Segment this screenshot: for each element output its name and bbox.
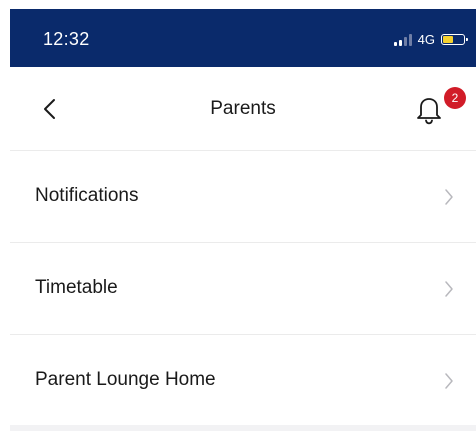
battery-fill (443, 36, 454, 43)
notification-badge: 2 (444, 87, 466, 109)
menu-item-label: Timetable (35, 277, 118, 298)
menu-item-label: Notifications (35, 185, 139, 206)
signal-bar (403, 36, 407, 46)
screen: 12:32 4G Parents 2 Notifications Timetab… (0, 0, 476, 431)
chevron-right-icon (445, 373, 453, 389)
menu-item-timetable[interactable]: Timetable (10, 243, 476, 335)
status-indicators: 4G (393, 32, 468, 47)
chevron-right-icon (445, 281, 453, 297)
bell-icon (417, 98, 441, 125)
signal-bar (408, 33, 412, 46)
signal-bar (398, 39, 402, 46)
network-label: 4G (417, 32, 435, 47)
chevron-right-icon (445, 189, 453, 205)
battery-cap (466, 38, 468, 41)
footer-strip (10, 425, 476, 431)
menu-item-parent-lounge-home[interactable]: Parent Lounge Home (10, 335, 476, 429)
header-bar: Parents 2 (10, 67, 476, 151)
signal-icon (393, 33, 412, 46)
notifications-bell-button[interactable] (414, 93, 444, 125)
page-title: Parents (210, 98, 276, 119)
menu-item-label: Parent Lounge Home (35, 369, 216, 390)
menu-list: Notifications Timetable Parent Lounge Ho… (10, 151, 476, 429)
signal-bar (393, 41, 397, 46)
status-bar: 12:32 4G (10, 9, 476, 67)
status-time: 12:32 (43, 29, 90, 49)
menu-item-notifications[interactable]: Notifications (10, 151, 476, 243)
battery-icon (441, 34, 468, 45)
